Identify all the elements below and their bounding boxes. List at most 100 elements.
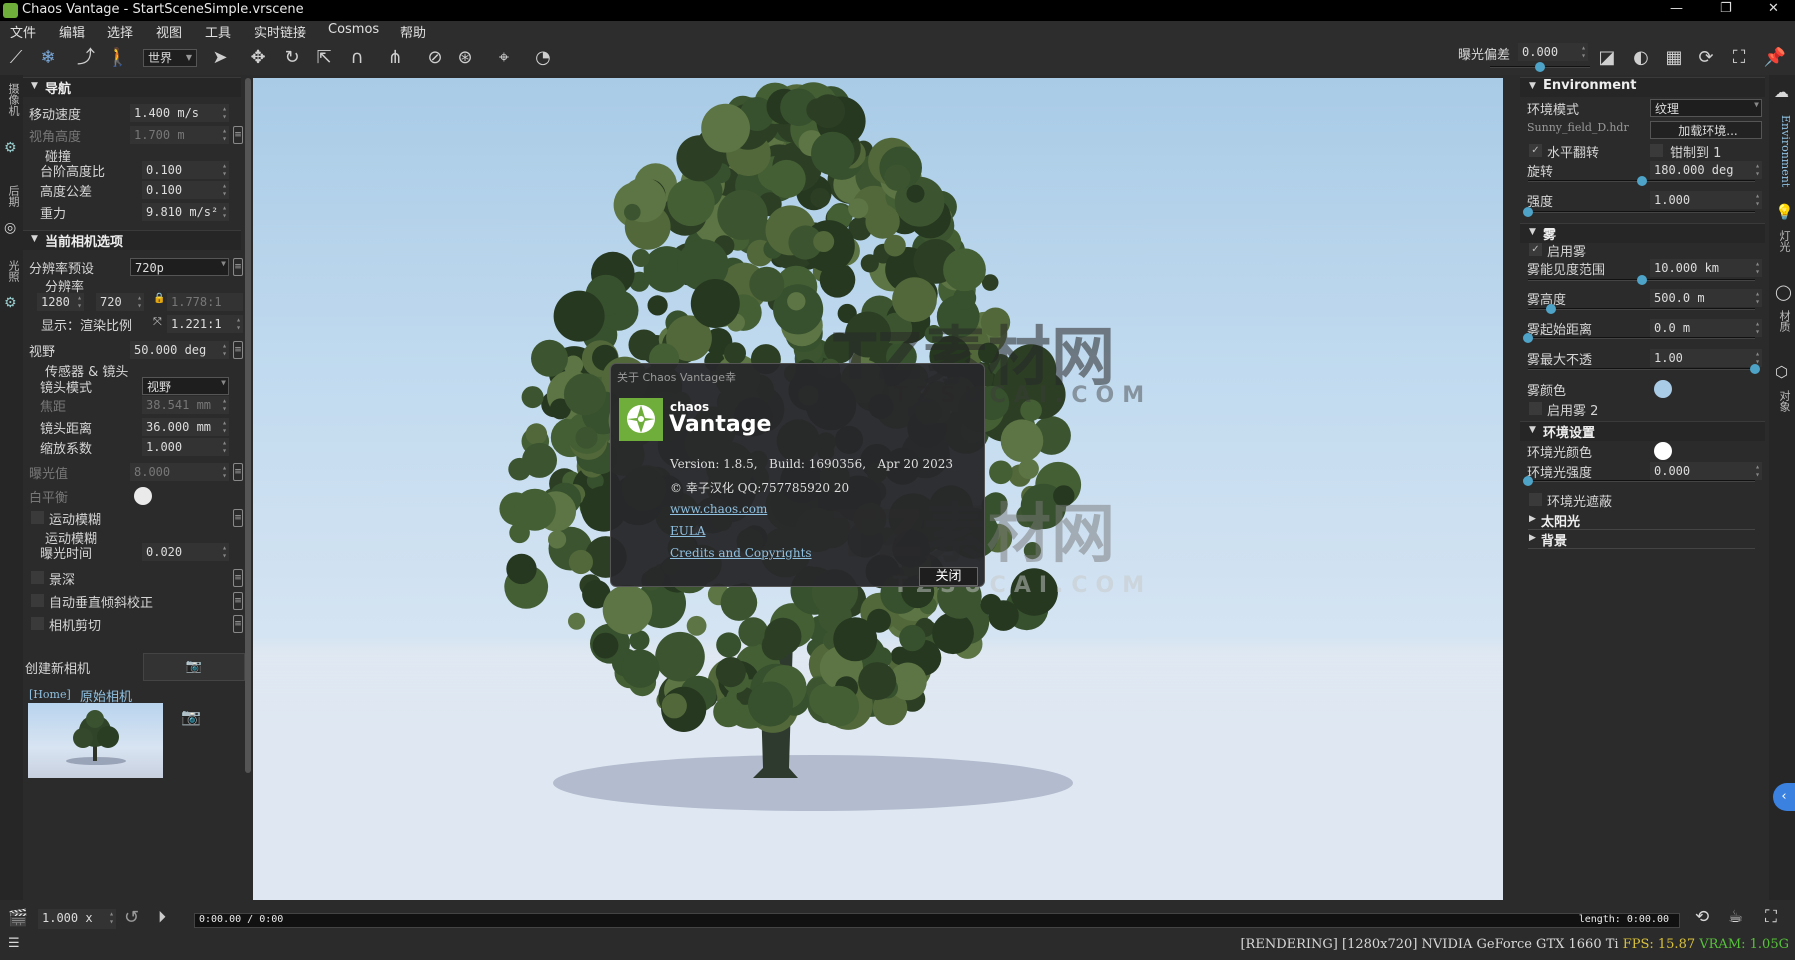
left-panel-scrollbar[interactable]: [245, 78, 251, 773]
property-dropdown[interactable]: 纹理 ▼: [1650, 99, 1762, 117]
resolution-height-input[interactable]: 720 ▴ ▾: [96, 293, 144, 311]
spinner-icon[interactable]: ▴ ▾: [222, 419, 227, 435]
value-slider[interactable]: [1520, 363, 1769, 381]
screenshot-icon[interactable]: ⛶: [1765, 907, 1777, 927]
log-icon[interactable]: ☰: [8, 936, 20, 951]
slider-track[interactable]: [1523, 475, 1755, 487]
clamp-checkbox[interactable]: [1650, 144, 1663, 157]
options-menu-button[interactable]: ≡: [233, 509, 243, 527]
camera-thumbnail[interactable]: [28, 703, 163, 778]
load-environment-button[interactable]: 加载环境...: [1650, 121, 1762, 139]
collapse-caret-icon[interactable]: ▼: [31, 234, 38, 244]
switch-camera-icon[interactable]: 📷: [181, 707, 201, 726]
exposure-slider[interactable]: [1490, 61, 1590, 73]
resolution-width-input[interactable]: 1280 ▴ ▾: [37, 293, 84, 311]
spinner-icon[interactable]: ▴ ▾: [222, 204, 227, 220]
spinner-icon[interactable]: ▴ ▾: [222, 182, 227, 198]
lighting-gear-icon[interactable]: ⚙: [4, 295, 17, 311]
property-dropdown[interactable]: 视野 ▼: [142, 377, 229, 395]
menu-file[interactable]: 文件: [10, 22, 36, 41]
checkbox[interactable]: [31, 511, 44, 524]
auto-exposure-icon[interactable]: ◪: [1594, 46, 1620, 70]
options-menu-button[interactable]: ≡: [233, 615, 243, 633]
options-menu-button[interactable]: ≡: [233, 463, 243, 481]
checkbox[interactable]: ✓: [1529, 243, 1542, 256]
cube-icon[interactable]: ⬡: [1775, 363, 1788, 381]
checkbox[interactable]: [1529, 493, 1542, 506]
slider-knob[interactable]: [1523, 476, 1533, 486]
slider-knob[interactable]: [1750, 364, 1760, 374]
checkbox[interactable]: [31, 571, 44, 584]
slider-track[interactable]: [1523, 206, 1755, 218]
clapperboard-icon[interactable]: 🎬: [8, 908, 28, 927]
play-icon[interactable]: ⏵: [158, 907, 166, 927]
move-icon[interactable]: ✥: [245, 46, 271, 70]
color-swatch[interactable]: [1654, 442, 1672, 460]
fit-icon[interactable]: ⤧: [153, 315, 162, 329]
credits-link[interactable]: Credits and Copyrights: [670, 546, 812, 560]
slider-knob[interactable]: [1636, 275, 1647, 285]
checkbox[interactable]: [1529, 402, 1542, 415]
collapse-caret-icon[interactable]: ▼: [31, 81, 38, 91]
walk-mode-icon[interactable]: ⟲: [1695, 907, 1709, 927]
spinner-icon[interactable]: ▴ ▾: [222, 397, 227, 413]
tab-lights[interactable]: 灯光: [1773, 230, 1792, 252]
create-camera-button[interactable]: 📷: [143, 653, 245, 681]
slider-track[interactable]: [1523, 332, 1755, 344]
teapot-icon[interactable]: ☕: [1728, 907, 1743, 927]
spinner-icon[interactable]: ▴ ▾: [222, 439, 227, 455]
tab-camera[interactable]: 摄像机: [2, 83, 21, 116]
rotate-icon[interactable]: ↻: [279, 46, 305, 70]
color-swatch[interactable]: [1654, 380, 1672, 398]
collapse-caret-icon[interactable]: ▼: [1529, 81, 1536, 91]
slider-track[interactable]: [1528, 303, 1755, 315]
collapse-caret-icon[interactable]: ▼: [1529, 227, 1536, 237]
camera-gear-icon[interactable]: ⚙: [4, 140, 17, 156]
checkbox[interactable]: [31, 617, 44, 630]
eula-link[interactable]: EULA: [670, 524, 706, 538]
value-slider[interactable]: [1520, 332, 1769, 350]
select-arrow-icon[interactable]: ➤: [207, 46, 233, 70]
walk-stairs-icon[interactable]: ⤴: [73, 46, 99, 70]
mouse-icon[interactable]: ⊛: [452, 46, 478, 70]
close-dialog-button[interactable]: 关闭: [919, 567, 978, 586]
expand-caret-icon[interactable]: ▶: [1529, 514, 1536, 524]
tab-objects[interactable]: 对象: [1773, 390, 1792, 412]
menu-live-link[interactable]: 实时链接: [254, 22, 306, 41]
timeline-track[interactable]: 0:00.00 / 0:00 length: 0:00.00: [194, 913, 1680, 928]
property-dropdown[interactable]: 720p ▼: [130, 258, 229, 276]
scale-icon[interactable]: ⇱: [311, 46, 337, 70]
focus-pick-icon[interactable]: ⊘: [422, 46, 448, 70]
contrast-icon[interactable]: ◐: [1628, 46, 1654, 70]
checkbox[interactable]: ✓: [1529, 144, 1542, 157]
capture-icon[interactable]: ⛶: [1726, 46, 1752, 70]
spinner-icon[interactable]: ▴ ▾: [137, 294, 142, 310]
tab-environment[interactable]: Environment: [1773, 115, 1792, 187]
menu-select[interactable]: 选择: [107, 22, 133, 41]
spinner-icon[interactable]: ▴ ▾: [222, 105, 227, 121]
walk-person-icon[interactable]: 🚶: [105, 46, 131, 70]
menu-tools[interactable]: 工具: [205, 22, 231, 41]
menu-edit[interactable]: 编辑: [59, 22, 85, 41]
display-ratio-input[interactable]: 1.221:1 ▴ ▾: [167, 315, 243, 333]
chaos-website-link[interactable]: www.chaos.com: [670, 502, 767, 516]
spinner-icon[interactable]: ▴ ▾: [77, 294, 82, 310]
tab-post[interactable]: 后期: [2, 185, 21, 207]
property-value-input[interactable]: 1.400 m/s ▴ ▾: [130, 104, 229, 122]
menu-cosmos[interactable]: Cosmos: [328, 22, 379, 37]
material-icon[interactable]: ◯: [1775, 283, 1792, 301]
value-slider[interactable]: [1520, 206, 1769, 224]
axis-icon[interactable]: ⟋: [3, 46, 29, 70]
lock-icon[interactable]: 🔒: [153, 293, 165, 304]
spinner-icon[interactable]: ▴ ▾: [222, 464, 227, 480]
expand-panel-button[interactable]: ‹: [1773, 783, 1795, 811]
property-value-input[interactable]: 36.000 mm ▴ ▾: [142, 418, 229, 436]
minimize-button[interactable]: —: [1670, 1, 1683, 16]
dropdown-arrow-icon[interactable]: ▼: [221, 379, 226, 387]
expand-caret-icon[interactable]: ▶: [1529, 533, 1536, 543]
navigation-icon[interactable]: ❄: [35, 46, 61, 70]
options-menu-button[interactable]: ≡: [233, 592, 243, 610]
pin-icon[interactable]: 📌: [1762, 46, 1788, 70]
spinner-icon[interactable]: ▴ ▾: [222, 342, 227, 358]
dropdown-arrow-icon[interactable]: ▼: [221, 260, 226, 268]
